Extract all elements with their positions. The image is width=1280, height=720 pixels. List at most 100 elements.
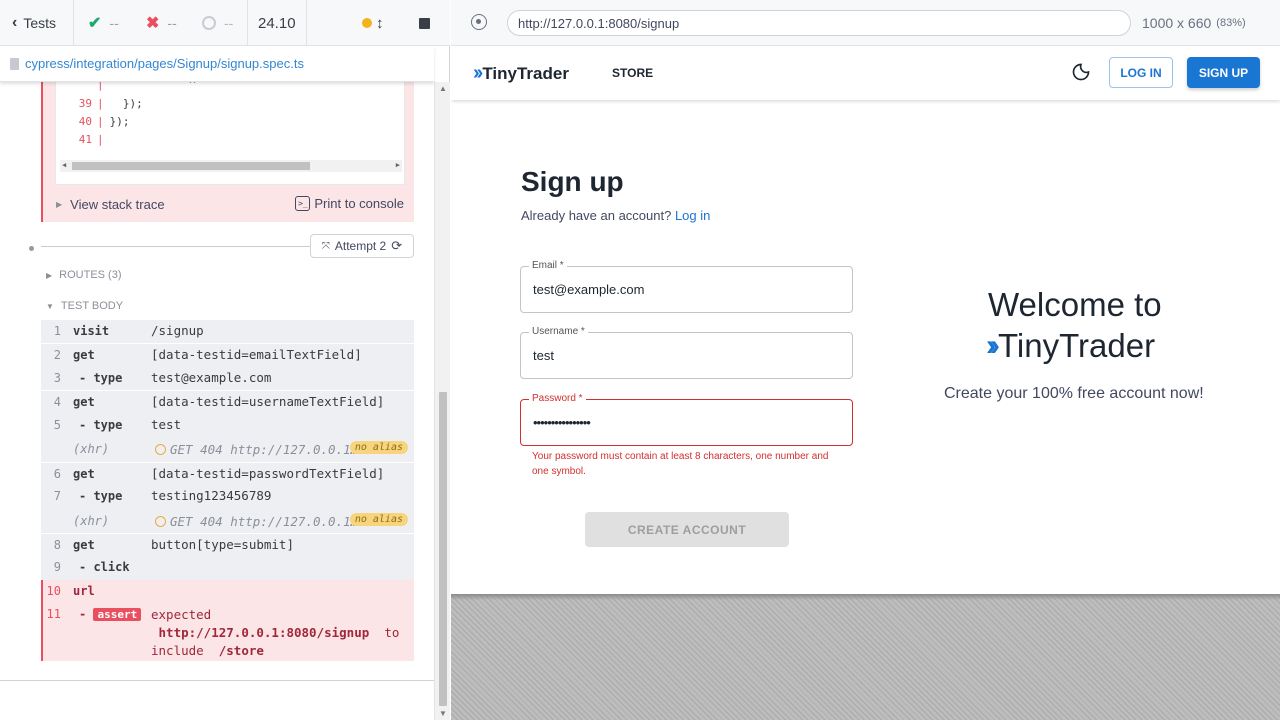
xhr-row[interactable]: (xhr) GET 404 http://127.0.0.1… no alias: [41, 437, 414, 462]
viewport-background: [451, 594, 1280, 720]
spec-path-link[interactable]: cypress/integration/pages/Signup/signup.…: [25, 56, 304, 71]
scrollbar-thumb[interactable]: [72, 162, 310, 170]
scroll-up-icon[interactable]: ▲: [439, 84, 447, 93]
moon-icon[interactable]: [1071, 62, 1091, 82]
have-account-text: Already have an account? Log in: [521, 208, 711, 223]
username-field[interactable]: Username * test: [520, 326, 853, 379]
pending-request-icon: [155, 444, 166, 455]
password-value: ••••••••••••••••: [533, 415, 591, 430]
alias-badge: no alias: [349, 441, 408, 454]
command-row[interactable]: 8 get button[type=submit]: [41, 533, 414, 556]
password-field[interactable]: Password * ••••••••••••••••: [520, 393, 853, 446]
nav-store-link[interactable]: STORE: [612, 66, 653, 80]
scrollbar-thumb[interactable]: [439, 392, 447, 706]
assert-badge: assert: [93, 608, 142, 621]
code-line: 39 | });: [78, 97, 143, 110]
command-row[interactable]: 9 - click: [41, 556, 414, 580]
auto-scroll-toggle[interactable]: ↕: [362, 0, 384, 46]
password-error-text: Your password must contain at least 8 ch…: [532, 451, 829, 477]
retry-icon: ⟳: [391, 238, 403, 253]
create-account-button[interactable]: CREATE ACCOUNT: [585, 512, 789, 547]
username-value: test: [533, 348, 554, 363]
code-line: 40 |});: [78, 115, 130, 128]
passed-count: ✔ --: [88, 15, 119, 32]
tests-label: Tests: [23, 15, 57, 31]
check-icon: ✔: [88, 15, 102, 32]
viewport-shadow: [451, 594, 1280, 600]
signup-button[interactable]: SIGN UP: [1187, 57, 1260, 88]
email-label: Email *: [529, 260, 567, 271]
welcome-subtitle: Create your 100% free account now!: [944, 385, 1204, 402]
attempt-dot: [29, 246, 34, 251]
command-row[interactable]: 7 - type testing123456789: [41, 485, 414, 509]
file-icon: [10, 57, 19, 70]
chevron-left-icon: ‹: [12, 14, 18, 31]
attempt-divider: [41, 246, 312, 247]
caret-down-icon: ▼: [46, 301, 54, 311]
scroll-left-icon[interactable]: ◀: [62, 161, 66, 169]
scroll-right-icon[interactable]: ▶: [396, 161, 400, 169]
panel-bottom-border: [0, 680, 434, 681]
print-to-console-button[interactable]: >_ Print to console: [295, 196, 404, 211]
password-label: Password *: [529, 393, 586, 404]
spec-path-bar: cypress/integration/pages/Signup/signup.…: [0, 46, 434, 82]
brand-logo[interactable]: ›› TinyTrader: [473, 62, 569, 85]
page-title: Sign up: [521, 166, 624, 197]
pending-circle-icon: [202, 16, 216, 30]
command-row[interactable]: 5 - type test: [41, 414, 414, 437]
terminal-icon: >_: [295, 196, 311, 211]
test-body-toggle[interactable]: ▼ TEST BODY: [46, 300, 123, 312]
test-runner-panel: ‹ Tests ✔ -- ✖ -- -- 24.10 ↕ cypress/int…: [0, 0, 450, 720]
login-link[interactable]: Log in: [675, 208, 710, 223]
pending-request-icon: [155, 516, 166, 527]
error-details: | ^ 39 | }); 40 |}); 41 | ◀ ▶ ▶ View stack …: [41, 82, 414, 222]
status-dot-icon: [362, 18, 372, 28]
failed-assert-row[interactable]: 11 - assert expected http://127.0.0.1:80…: [41, 603, 414, 661]
email-field[interactable]: Email * test@example.com: [520, 260, 853, 313]
email-value: test@example.com: [533, 282, 645, 297]
caret-right-icon: ▶: [46, 270, 53, 280]
app-navbar: ›› TinyTrader STORE LOG IN SIGN UP: [451, 46, 1280, 100]
command-row[interactable]: 3 - type test@example.com: [41, 367, 414, 390]
runner-header: ‹ Tests ✔ -- ✖ -- -- 24.10 ↕: [0, 0, 450, 46]
x-icon: ✖: [146, 15, 160, 32]
code-line: | ^: [97, 82, 196, 91]
aut-header: http://127.0.0.1:8080/signup 1000 x 660 …: [451, 0, 1280, 46]
collapse-icon: ⤧: [321, 240, 330, 252]
scroll-down-icon[interactable]: ▼: [439, 709, 447, 718]
scroll-arrows-icon: ↕: [376, 14, 384, 32]
alias-badge: no alias: [349, 513, 408, 526]
double-chevron-icon: ››: [986, 329, 1000, 362]
stop-button[interactable]: [419, 0, 430, 46]
code-frame: | ^ 39 | }); 40 |}); 41 | ◀ ▶: [55, 82, 405, 185]
welcome-brand: ›› TinyTrader: [986, 327, 1156, 364]
url-bar[interactable]: http://127.0.0.1:8080/signup: [507, 10, 1131, 36]
attempt-tag[interactable]: ⤧ Attempt 2 ⟳: [310, 234, 414, 258]
command-row[interactable]: 1 visit /signup: [41, 320, 414, 343]
caret-right-icon: ▶: [56, 199, 63, 209]
command-log: 1 visit /signup 2 get [data-testid=email…: [41, 320, 414, 661]
welcome-heading: Welcome to: [988, 286, 1162, 323]
command-row[interactable]: 6 get [data-testid=passwordTextField]: [41, 462, 414, 485]
duration: 24.10: [258, 14, 296, 32]
command-log-scroll[interactable]: | ^ 39 | }); 40 |}); 41 | ◀ ▶ ▶ View stack …: [0, 82, 434, 680]
double-chevron-icon: ››: [473, 62, 483, 84]
pending-count: --: [202, 0, 233, 46]
vertical-scrollbar[interactable]: ▲ ▼: [434, 82, 450, 720]
stop-icon: [419, 17, 430, 29]
failed-count: ✖ --: [146, 15, 177, 32]
code-line: 41 |: [78, 133, 104, 146]
view-stack-trace-toggle[interactable]: ▶ View stack trace >_ Print to console: [43, 188, 414, 220]
selector-playground-icon[interactable]: [471, 14, 487, 30]
failed-command-row[interactable]: 10 url: [41, 580, 414, 603]
login-button[interactable]: LOG IN: [1109, 57, 1173, 88]
routes-toggle[interactable]: ▶ ROUTES (3): [46, 269, 122, 281]
xhr-row[interactable]: (xhr) GET 404 http://127.0.0.1… no alias: [41, 509, 414, 533]
app-under-test: ›› TinyTrader STORE LOG IN SIGN UP Sign …: [451, 46, 1280, 594]
horizontal-scrollbar[interactable]: ◀ ▶: [60, 160, 402, 172]
command-row[interactable]: 4 get [data-testid=usernameTextField]: [41, 390, 414, 414]
username-label: Username *: [529, 326, 588, 337]
command-row[interactable]: 2 get [data-testid=emailTextField]: [41, 343, 414, 367]
tests-back-button[interactable]: ‹ Tests: [12, 0, 56, 46]
viewport-info[interactable]: 1000 x 660 (83%): [1142, 0, 1246, 46]
